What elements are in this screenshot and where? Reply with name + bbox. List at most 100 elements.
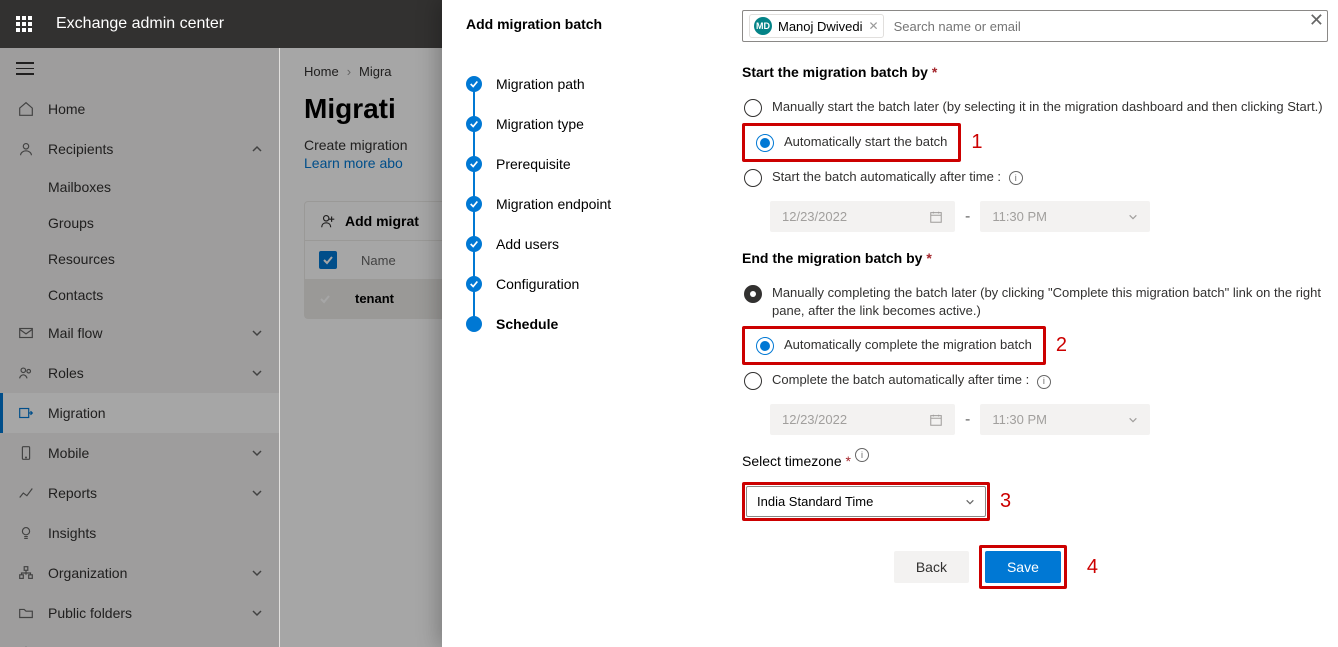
sidebar-item-recipients[interactable]: Recipients xyxy=(0,129,279,169)
chevron-down-icon xyxy=(1128,415,1138,425)
add-migration-button[interactable]: Add migrat xyxy=(345,213,419,229)
select-all-checkbox[interactable] xyxy=(319,251,337,269)
sidebar-item-settings[interactable]: Settings xyxy=(0,633,279,647)
calendar-icon xyxy=(929,413,943,427)
sidebar-item-label: Resources xyxy=(48,251,115,267)
annotation-4: 4 xyxy=(1087,556,1098,579)
back-button[interactable]: Back xyxy=(894,551,969,583)
folder-icon xyxy=(16,603,36,623)
info-icon[interactable]: i xyxy=(1009,171,1023,185)
start-section-header: Start the migration batch by * xyxy=(742,64,1328,80)
sidebar-item-label: Groups xyxy=(48,215,94,231)
step-add-users[interactable]: Add users xyxy=(466,224,718,264)
sidebar-item-label: Roles xyxy=(48,365,84,381)
radio-label: Manually completing the batch later (by … xyxy=(772,284,1326,320)
radio-start-manual[interactable]: Manually start the batch later (by selec… xyxy=(742,92,1328,123)
chevron-down-icon xyxy=(251,447,263,459)
sidebar-item-mailboxes[interactable]: Mailboxes xyxy=(0,169,279,205)
end-section-header: End the migration batch by * xyxy=(742,250,1328,266)
dash: - xyxy=(965,411,970,429)
mobile-icon xyxy=(16,443,36,463)
sidebar-item-home[interactable]: Home xyxy=(0,89,279,129)
start-time-picker[interactable]: 11:30 PM xyxy=(980,201,1150,232)
radio-icon xyxy=(744,99,762,117)
end-date-picker[interactable]: 12/23/2022 xyxy=(770,404,955,435)
annotation-highlight-4: Save xyxy=(979,545,1067,589)
add-people-icon xyxy=(319,212,337,230)
hamburger-icon[interactable] xyxy=(16,62,34,75)
sidebar-item-label: Recipients xyxy=(48,141,113,157)
recipient-token[interactable]: MD Manoj Dwivedi ✕ xyxy=(749,14,884,38)
calendar-icon xyxy=(929,210,943,224)
end-time-picker[interactable]: 11:30 PM xyxy=(980,404,1150,435)
radio-icon xyxy=(756,337,774,355)
sidebar-item-roles[interactable]: Roles xyxy=(0,353,279,393)
breadcrumb-current: Migra xyxy=(359,64,392,79)
breadcrumb-separator: › xyxy=(347,64,351,79)
home-icon xyxy=(16,99,36,119)
close-icon[interactable]: ✕ xyxy=(1309,10,1324,31)
radio-icon xyxy=(744,285,762,303)
sidebar-item-publicfolders[interactable]: Public folders xyxy=(0,593,279,633)
step-schedule[interactable]: Schedule xyxy=(466,304,718,344)
reports-icon xyxy=(16,483,36,503)
radio-start-aftertime[interactable]: Start the batch automatically after time… xyxy=(742,162,1328,193)
chevron-down-icon xyxy=(251,367,263,379)
sidebar-item-resources[interactable]: Resources xyxy=(0,241,279,277)
step-migration-endpoint[interactable]: Migration endpoint xyxy=(466,184,718,224)
save-button[interactable]: Save xyxy=(985,551,1061,583)
sidebar-item-insights[interactable]: Insights xyxy=(0,513,279,553)
migration-icon xyxy=(16,403,36,423)
step-configuration[interactable]: Configuration xyxy=(466,264,718,304)
recipient-search-input[interactable] xyxy=(894,19,1321,34)
wizard-steps: Migration path Migration type Prerequisi… xyxy=(466,64,718,344)
people-icon xyxy=(16,363,36,383)
sidebar-item-label: Reports xyxy=(48,485,97,501)
breadcrumb-home[interactable]: Home xyxy=(304,64,339,79)
start-date-picker[interactable]: 12/23/2022 xyxy=(770,201,955,232)
chevron-up-icon xyxy=(251,143,263,155)
timezone-select[interactable]: India Standard Time xyxy=(746,486,986,517)
radio-icon xyxy=(744,372,762,390)
panel-title: Add migration batch xyxy=(466,16,718,32)
sidebar-item-organization[interactable]: Organization xyxy=(0,553,279,593)
annotation-2: 2 xyxy=(1056,334,1067,357)
check-icon xyxy=(466,236,482,252)
column-header-name[interactable]: Name xyxy=(361,253,396,268)
bulb-icon xyxy=(16,523,36,543)
info-icon[interactable]: i xyxy=(1037,375,1051,389)
sidebar-item-reports[interactable]: Reports xyxy=(0,473,279,513)
radio-label: Manually start the batch later (by selec… xyxy=(772,98,1326,116)
sidebar-item-mailflow[interactable]: Mail flow xyxy=(0,313,279,353)
annotation-1: 1 xyxy=(971,131,982,154)
sidebar-item-label: Mail flow xyxy=(48,325,102,341)
sidebar-item-contacts[interactable]: Contacts xyxy=(0,277,279,313)
waffle-menu[interactable] xyxy=(8,8,40,40)
remove-token-icon[interactable]: ✕ xyxy=(869,19,879,33)
learn-more-link[interactable]: Learn more abo xyxy=(304,155,403,171)
row-checkbox[interactable] xyxy=(319,293,331,305)
current-step-icon xyxy=(466,316,482,332)
gear-icon xyxy=(16,643,36,647)
chevron-down-icon xyxy=(1128,212,1138,222)
radio-end-auto[interactable]: Automatically complete the migration bat… xyxy=(746,330,1042,361)
chevron-down-icon xyxy=(251,487,263,499)
sidebar-item-groups[interactable]: Groups xyxy=(0,205,279,241)
chevron-down-icon xyxy=(251,607,263,619)
check-icon xyxy=(466,156,482,172)
org-icon xyxy=(16,563,36,583)
radio-end-manual[interactable]: Manually completing the batch later (by … xyxy=(742,278,1328,326)
sidebar-item-migration[interactable]: Migration xyxy=(0,393,279,433)
step-migration-path[interactable]: Migration path xyxy=(466,64,718,104)
app-title: Exchange admin center xyxy=(56,15,224,33)
radio-start-auto[interactable]: Automatically start the batch xyxy=(746,127,957,158)
step-prerequisite[interactable]: Prerequisite xyxy=(466,144,718,184)
recipient-picker[interactable]: MD Manoj Dwivedi ✕ xyxy=(742,10,1328,42)
sidebar-item-mobile[interactable]: Mobile xyxy=(0,433,279,473)
info-icon[interactable]: i xyxy=(855,448,869,462)
radio-end-aftertime[interactable]: Complete the batch automatically after t… xyxy=(742,365,1328,396)
step-migration-type[interactable]: Migration type xyxy=(466,104,718,144)
token-name: Manoj Dwivedi xyxy=(778,19,863,34)
radio-icon xyxy=(756,134,774,152)
radio-icon xyxy=(744,169,762,187)
